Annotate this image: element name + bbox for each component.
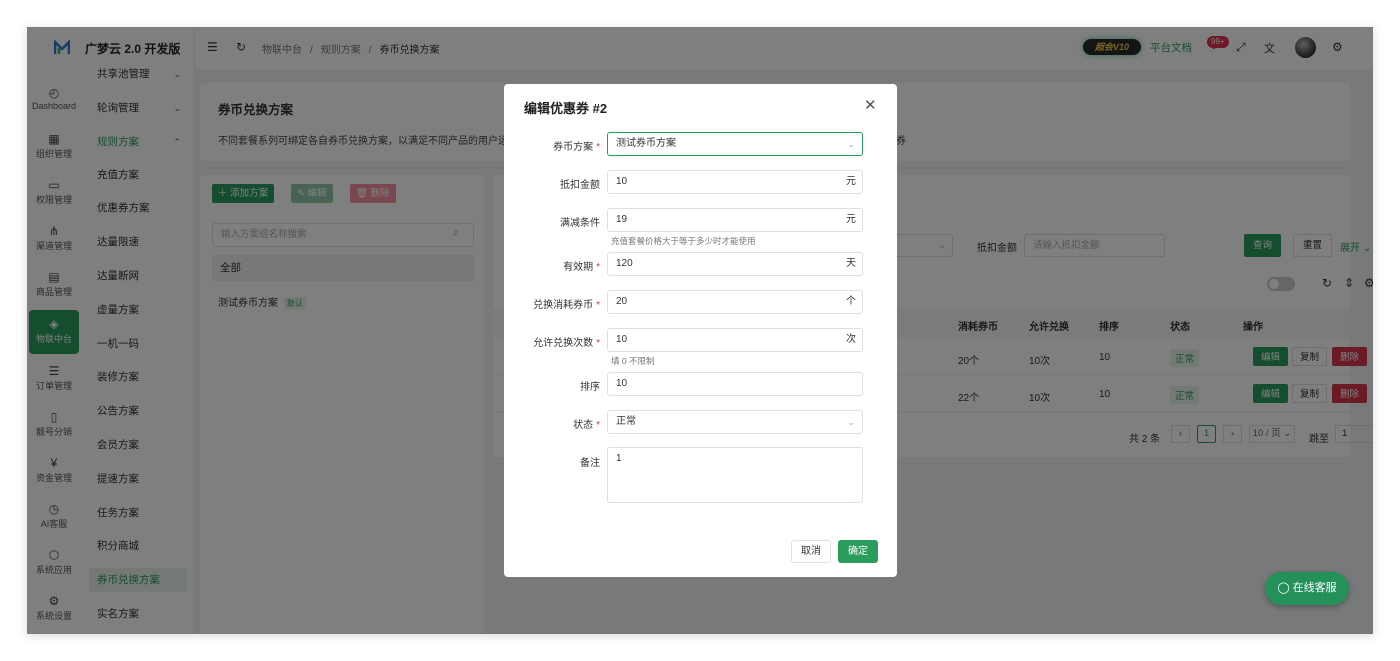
coins-input[interactable]: 20 个	[607, 290, 863, 314]
amount-input[interactable]: 10 元	[607, 170, 863, 194]
threshold-input[interactable]: 19 元	[607, 208, 863, 232]
remark-textarea[interactable]: 1	[607, 447, 863, 503]
threshold-help: 充值套餐价格大于等于多少时才能使用	[611, 236, 756, 246]
sort-label: 排序	[580, 382, 600, 393]
times-label: 允许兑换次数 *	[533, 338, 600, 349]
threshold-label: 满减条件	[560, 218, 600, 229]
times-help: 填 0 不限制	[611, 356, 655, 366]
confirm-button[interactable]: 确定	[838, 540, 878, 563]
sort-input[interactable]: 10	[607, 372, 863, 396]
validity-input[interactable]: 120 天	[607, 252, 863, 276]
chevron-down-icon: ⌄	[847, 417, 855, 427]
close-icon[interactable]: ✕	[864, 96, 877, 114]
edit-coupon-modal: 编辑优惠券 #2 ✕ 券币方案 * 测试券币方案 ⌄ 抵扣金额 10 元 满减条件 1…	[504, 84, 897, 577]
cancel-button[interactable]: 取消	[791, 540, 831, 563]
remark-label: 备注	[580, 458, 600, 469]
modal-title: 编辑优惠券 #2	[524, 101, 608, 116]
chevron-down-icon: ⌄	[847, 139, 855, 149]
plan-select[interactable]: 测试券币方案 ⌄	[607, 132, 863, 156]
plan-label: 券币方案 *	[553, 142, 600, 153]
status-select[interactable]: 正常 ⌄	[607, 410, 863, 434]
status-label: 状态 *	[573, 420, 600, 431]
validity-label: 有效期 *	[563, 262, 600, 273]
coins-label: 兑换消耗券币 *	[533, 300, 600, 311]
times-input[interactable]: 10 次	[607, 328, 863, 352]
online-service-button[interactable]: ◯ 在线客服	[1265, 572, 1349, 605]
amount-label: 抵扣金额	[560, 180, 600, 191]
app-window: ◴Dashboard▦组织管理▭权限管理⋔渠道管理▤商品管理◈物联中台☰订单管理…	[27, 27, 1373, 634]
